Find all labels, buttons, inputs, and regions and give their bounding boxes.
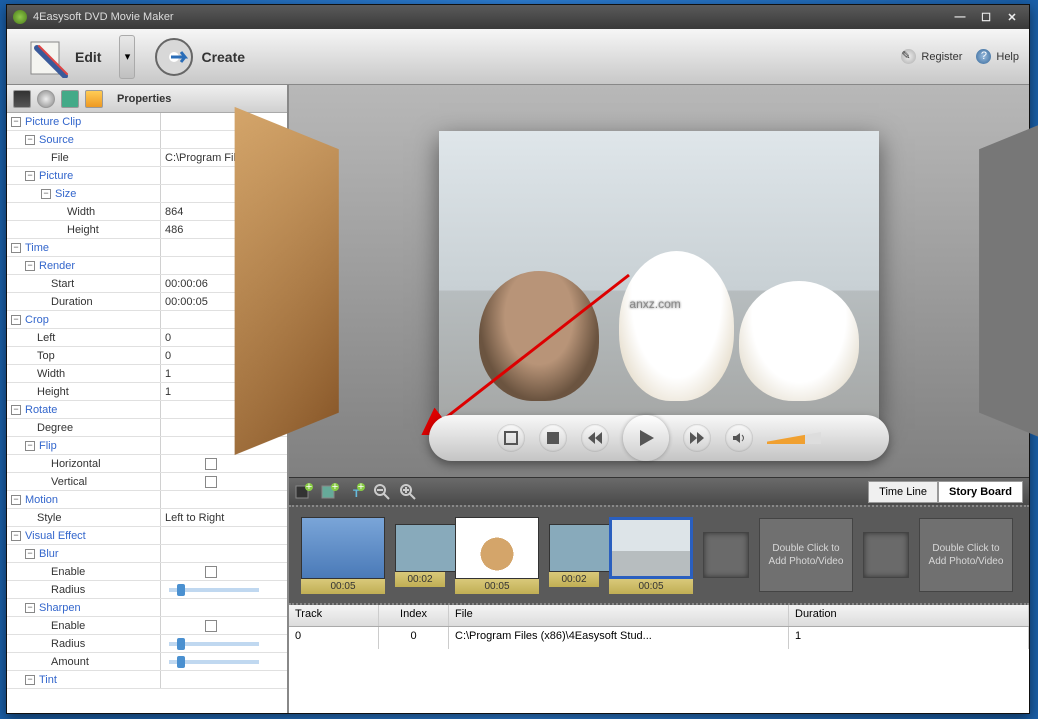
add-placeholder-1[interactable]: Double Click to Add Photo/Video xyxy=(759,518,853,592)
sharpen-radius-slider[interactable] xyxy=(169,642,259,646)
svg-text:+: + xyxy=(306,483,312,493)
tab-disc-icon[interactable] xyxy=(37,90,55,108)
edit-icon xyxy=(27,36,69,78)
create-button[interactable]: Create xyxy=(143,32,255,82)
add-image-icon[interactable]: + xyxy=(321,483,339,501)
edit-button[interactable]: Edit xyxy=(17,32,111,82)
col-file[interactable]: File xyxy=(449,605,789,626)
toggle-picture[interactable]: − xyxy=(25,171,35,181)
stop-button[interactable] xyxy=(539,424,567,452)
tab-folder-icon[interactable] xyxy=(85,90,103,108)
edit-dropdown[interactable]: ▾ xyxy=(119,35,135,79)
register-icon: ✎ xyxy=(901,49,916,64)
sharpen-amount-slider[interactable] xyxy=(169,660,259,664)
panel-tabs: Properties xyxy=(7,85,287,113)
col-index[interactable]: Index xyxy=(379,605,449,626)
transition-2[interactable]: 00:02 xyxy=(549,524,599,587)
svg-text:+: + xyxy=(332,483,338,493)
clip-3-selected[interactable]: 00:05 xyxy=(609,517,693,594)
track-table: Track Index File Duration 0 0 C:\Program… xyxy=(289,605,1029,713)
add-placeholder-2[interactable]: Double Click to Add Photo/Video xyxy=(919,518,1013,592)
blur-radius-slider[interactable] xyxy=(169,588,259,592)
prev-button[interactable] xyxy=(581,424,609,452)
flip-vertical-checkbox[interactable] xyxy=(205,476,217,488)
kitten-image-1 xyxy=(479,271,599,401)
help-button[interactable]: ? Help xyxy=(976,49,1019,64)
toggle-picture-clip[interactable]: − xyxy=(11,117,21,127)
toggle-render[interactable]: − xyxy=(25,261,35,271)
panel-title: Properties xyxy=(117,93,171,105)
playback-controls xyxy=(429,415,889,461)
prev-clip-preview xyxy=(235,107,339,455)
preview-stage: anxz.com xyxy=(289,85,1029,477)
col-duration[interactable]: Duration xyxy=(789,605,1029,626)
maximize-button[interactable]: ☐ xyxy=(975,8,997,26)
transition-empty-1[interactable] xyxy=(703,532,749,578)
toggle-source[interactable]: − xyxy=(25,135,35,145)
app-logo-icon xyxy=(13,10,27,24)
app-window: 4Easysoft DVD Movie Maker — ☐ ✕ Edit ▾ C… xyxy=(6,4,1030,714)
right-area: anxz.com + + T+ Time xyxy=(289,85,1029,713)
titlebar[interactable]: 4Easysoft DVD Movie Maker — ☐ ✕ xyxy=(7,5,1029,29)
window-title: 4Easysoft DVD Movie Maker xyxy=(33,11,945,23)
help-icon: ? xyxy=(976,49,991,64)
storyboard-tab[interactable]: Story Board xyxy=(938,481,1023,503)
create-icon xyxy=(153,36,195,78)
tab-image-icon[interactable] xyxy=(61,90,79,108)
close-button[interactable]: ✕ xyxy=(1001,8,1023,26)
toggle-blur[interactable]: − xyxy=(25,549,35,559)
toggle-sharpen[interactable]: − xyxy=(25,603,35,613)
main-toolbar: Edit ▾ Create ✎ Register ? Help xyxy=(7,29,1029,85)
toggle-rotate[interactable]: − xyxy=(11,405,21,415)
toggle-time[interactable]: − xyxy=(11,243,21,253)
zoom-out-icon[interactable] xyxy=(373,483,391,501)
zoom-in-icon[interactable] xyxy=(399,483,417,501)
add-text-icon[interactable]: T+ xyxy=(347,483,365,501)
volume-slider[interactable] xyxy=(767,432,821,444)
sharpen-enable-checkbox[interactable] xyxy=(205,620,217,632)
blur-enable-checkbox[interactable] xyxy=(205,566,217,578)
toggle-visual-effect[interactable]: − xyxy=(11,531,21,541)
fullscreen-button[interactable] xyxy=(497,424,525,452)
toggle-size[interactable]: − xyxy=(41,189,51,199)
play-button[interactable] xyxy=(623,415,669,461)
flip-horizontal-checkbox[interactable] xyxy=(205,458,217,470)
register-button[interactable]: ✎ Register xyxy=(901,49,962,64)
toggle-crop[interactable]: − xyxy=(11,315,21,325)
timeline-toolbar: + + T+ Time Line Story Board xyxy=(289,477,1029,505)
main-preview[interactable] xyxy=(439,131,879,421)
toggle-tint[interactable]: − xyxy=(25,675,35,685)
col-track[interactable]: Track xyxy=(289,605,379,626)
track-table-header: Track Index File Duration xyxy=(289,605,1029,627)
svg-text:+: + xyxy=(358,483,364,493)
clip-1[interactable]: 00:05 xyxy=(301,517,385,594)
tab-filmstrip-icon[interactable] xyxy=(13,90,31,108)
transition-1[interactable]: 00:02 xyxy=(395,524,445,587)
next-button[interactable] xyxy=(683,424,711,452)
clip-2[interactable]: 00:05 xyxy=(455,517,539,594)
edit-label: Edit xyxy=(75,49,101,65)
toggle-motion[interactable]: − xyxy=(11,495,21,505)
minimize-button[interactable]: — xyxy=(949,8,971,26)
timeline-tab[interactable]: Time Line xyxy=(868,481,938,503)
add-video-icon[interactable]: + xyxy=(295,483,313,501)
storyboard[interactable]: 00:05 00:02 00:05 00:02 00:05 Double Cli… xyxy=(289,505,1029,605)
toggle-flip[interactable]: − xyxy=(25,441,35,451)
kitten-image-2 xyxy=(619,251,734,401)
table-row[interactable]: 0 0 C:\Program Files (x86)\4Easysoft Stu… xyxy=(289,627,1029,649)
next-clip-preview xyxy=(979,107,1038,455)
volume-button[interactable] xyxy=(725,424,753,452)
create-label: Create xyxy=(201,49,245,65)
kitten-image-3 xyxy=(739,281,859,401)
motion-style-value[interactable]: Left to Right xyxy=(161,509,287,526)
transition-empty-2[interactable] xyxy=(863,532,909,578)
